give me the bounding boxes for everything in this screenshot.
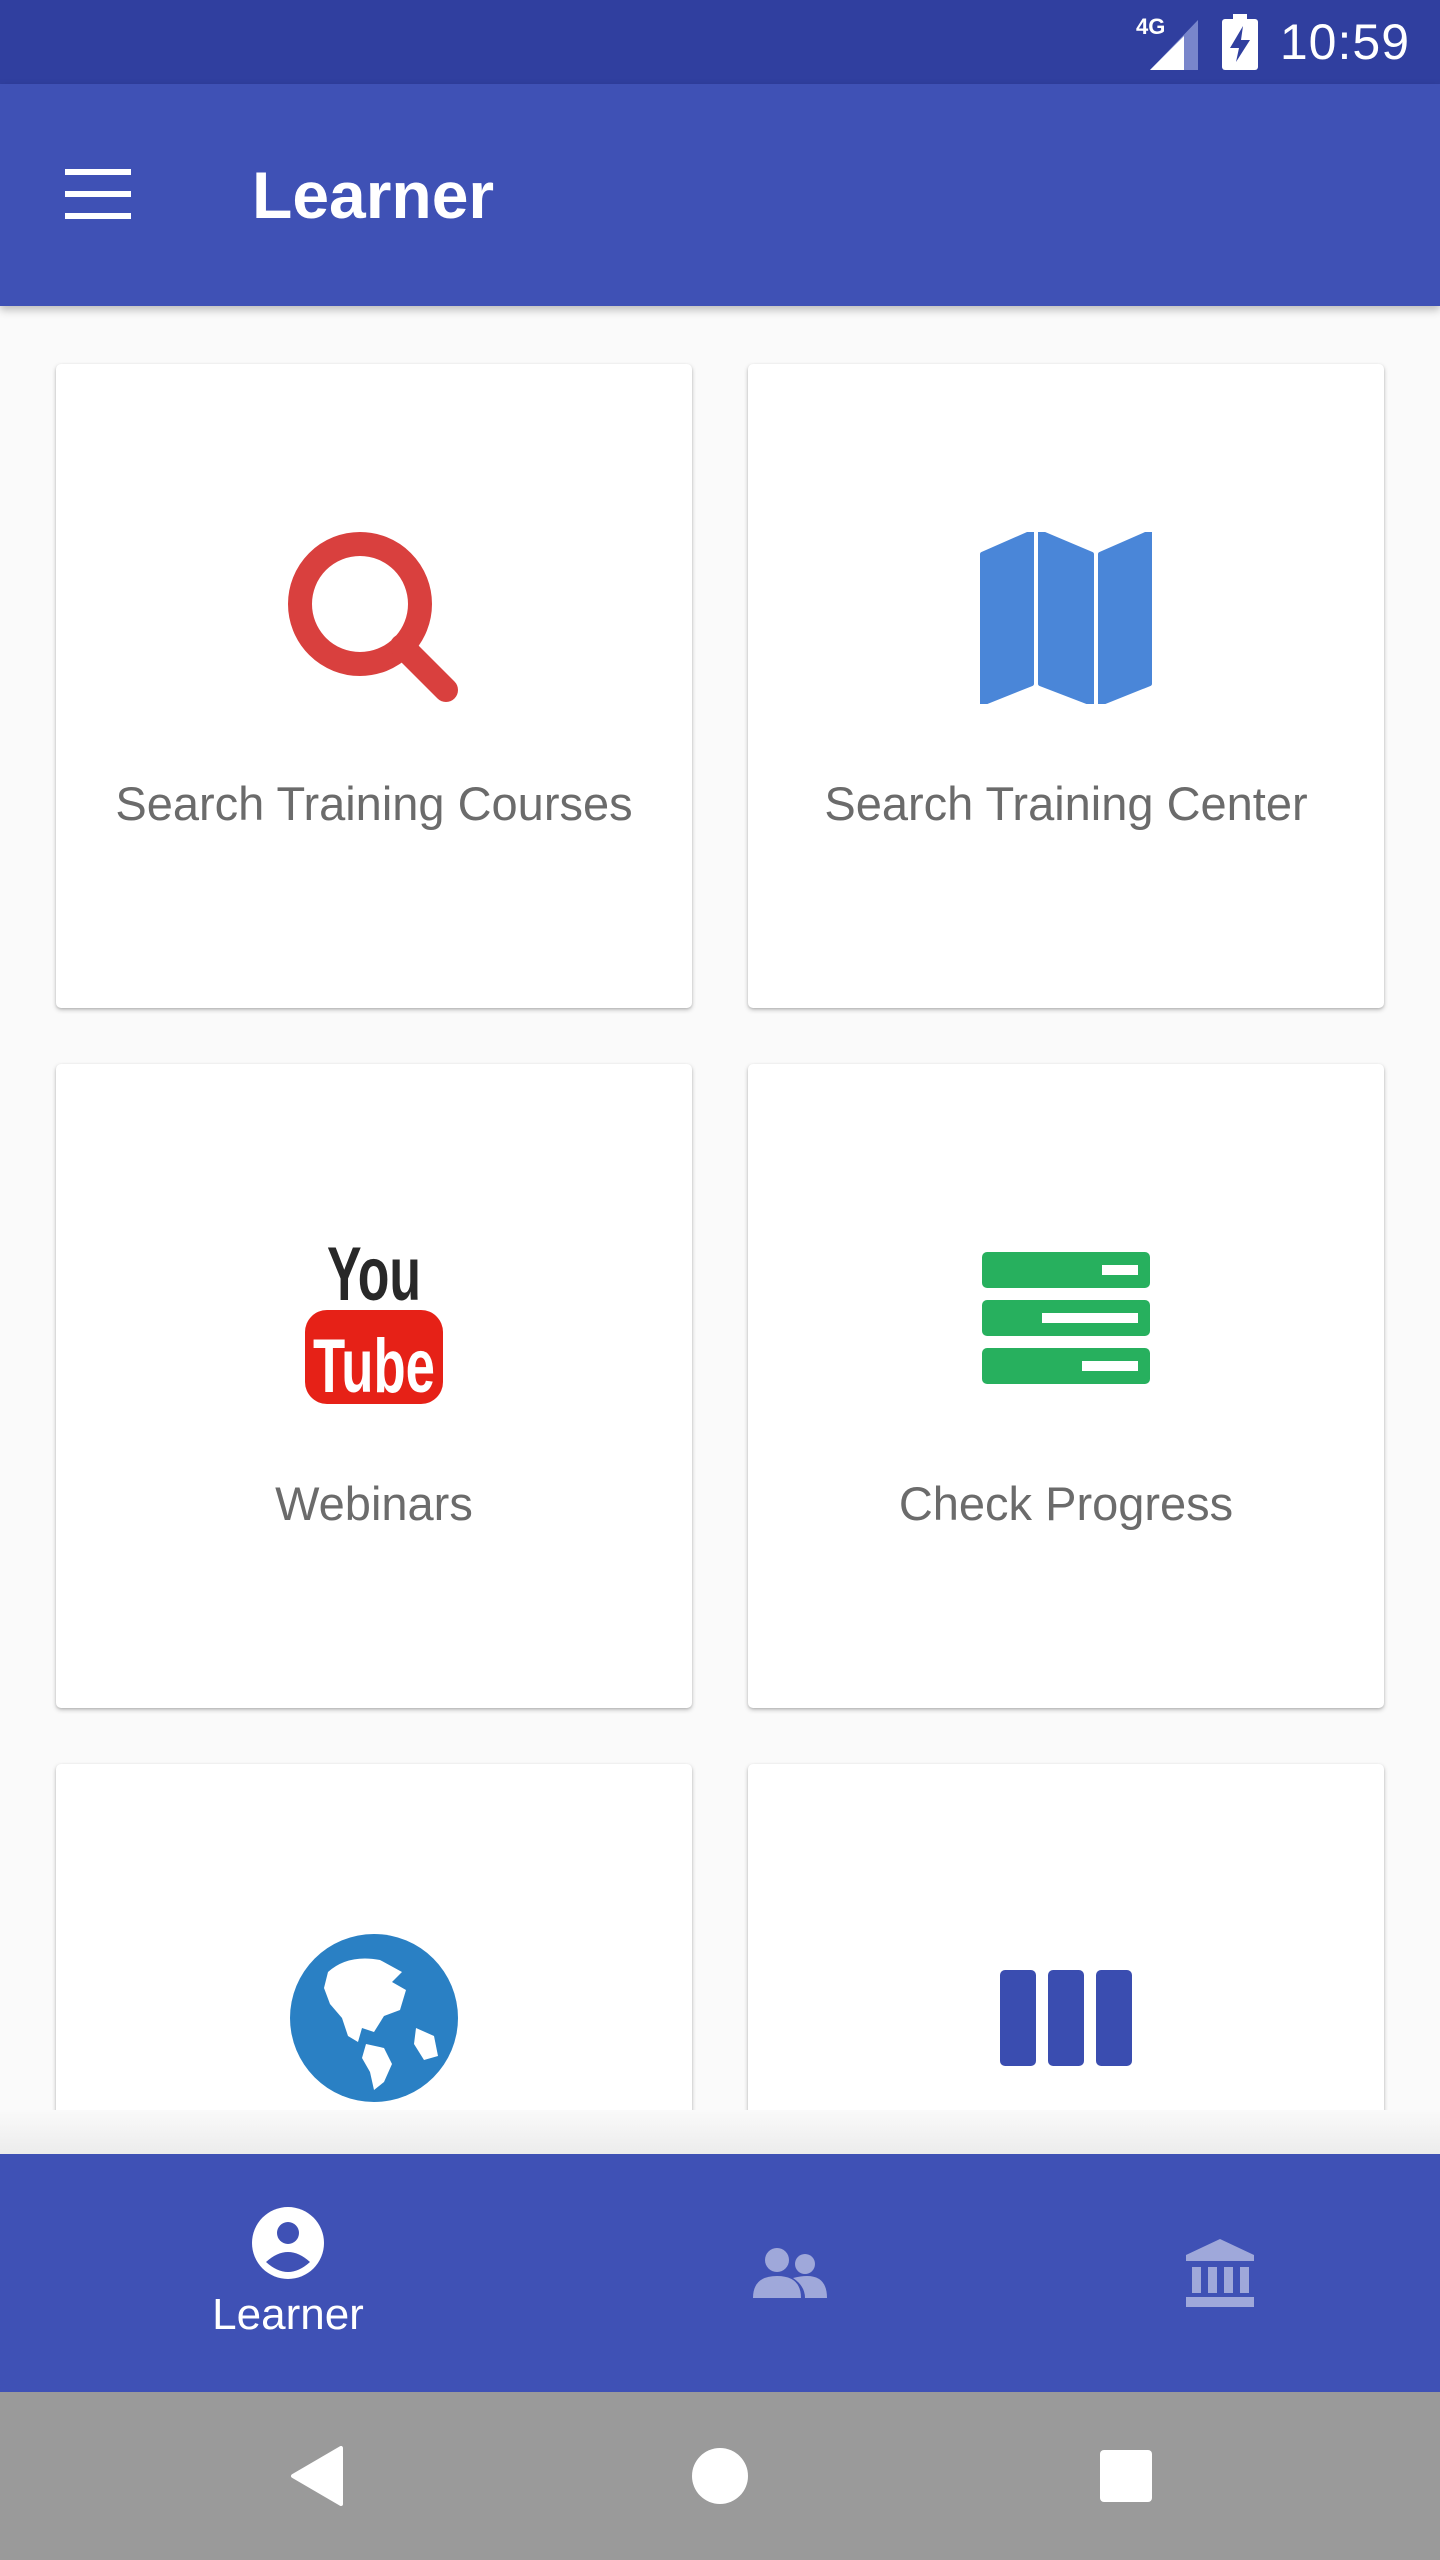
card-label: Webinars — [275, 1477, 473, 1530]
svg-text:4G: 4G — [1136, 14, 1165, 39]
card-check-progress[interactable]: Check Progress — [748, 1064, 1384, 1708]
menu-icon — [65, 169, 131, 219]
back-button[interactable] — [236, 2392, 396, 2560]
columns-icon — [1000, 1970, 1132, 2066]
battery-charging-icon — [1221, 14, 1258, 70]
svg-text:Tube: Tube — [313, 1324, 435, 1404]
institution-icon — [1186, 2239, 1254, 2307]
card-webinars[interactable]: You Tube Webinars — [56, 1064, 692, 1708]
bottom-navigation: Learner — [0, 2154, 1440, 2392]
youtube-icon: You Tube — [305, 1232, 443, 1404]
recents-icon — [1100, 2450, 1152, 2502]
search-icon — [288, 532, 458, 702]
app-bar: Learner — [0, 84, 1440, 306]
page-title: Learner — [252, 158, 495, 232]
signal-4g-icon: 4G — [1136, 14, 1198, 70]
bottom-nav-shadow — [0, 2110, 1440, 2154]
back-icon — [291, 2446, 343, 2506]
card-search-training-courses[interactable]: Search Training Courses — [56, 364, 692, 1008]
dashboard-grid: Search Training Courses Search Training … — [0, 306, 1440, 2110]
globe-icon — [290, 1934, 458, 2102]
menu-button[interactable] — [48, 144, 148, 244]
status-bar: 4G 10:59 — [0, 0, 1440, 84]
card-globe[interactable] — [56, 1764, 692, 2110]
home-button[interactable] — [640, 2392, 800, 2560]
nav-item-label: Learner — [212, 2290, 364, 2339]
nav-item-learner[interactable]: Learner — [98, 2154, 478, 2392]
card-label: Search Training Courses — [115, 777, 633, 830]
map-icon — [980, 532, 1152, 704]
nav-item-institution[interactable] — [1030, 2154, 1410, 2392]
status-icons: 4G 10:59 — [1136, 0, 1410, 84]
progress-list-icon — [982, 1252, 1150, 1384]
card-label: Search Training Center — [824, 777, 1308, 830]
card-search-training-center[interactable]: Search Training Center — [748, 364, 1384, 1008]
account-circle-icon — [252, 2207, 324, 2279]
svg-text:You: You — [327, 1232, 421, 1317]
people-icon — [753, 2248, 827, 2298]
card-label: Check Progress — [898, 1477, 1234, 1530]
system-navigation-bar — [0, 2392, 1440, 2560]
status-time: 10:59 — [1279, 14, 1410, 70]
card-columns[interactable] — [748, 1764, 1384, 2110]
recents-button[interactable] — [1046, 2392, 1206, 2560]
home-icon — [692, 2448, 748, 2504]
nav-item-people[interactable] — [600, 2154, 980, 2392]
